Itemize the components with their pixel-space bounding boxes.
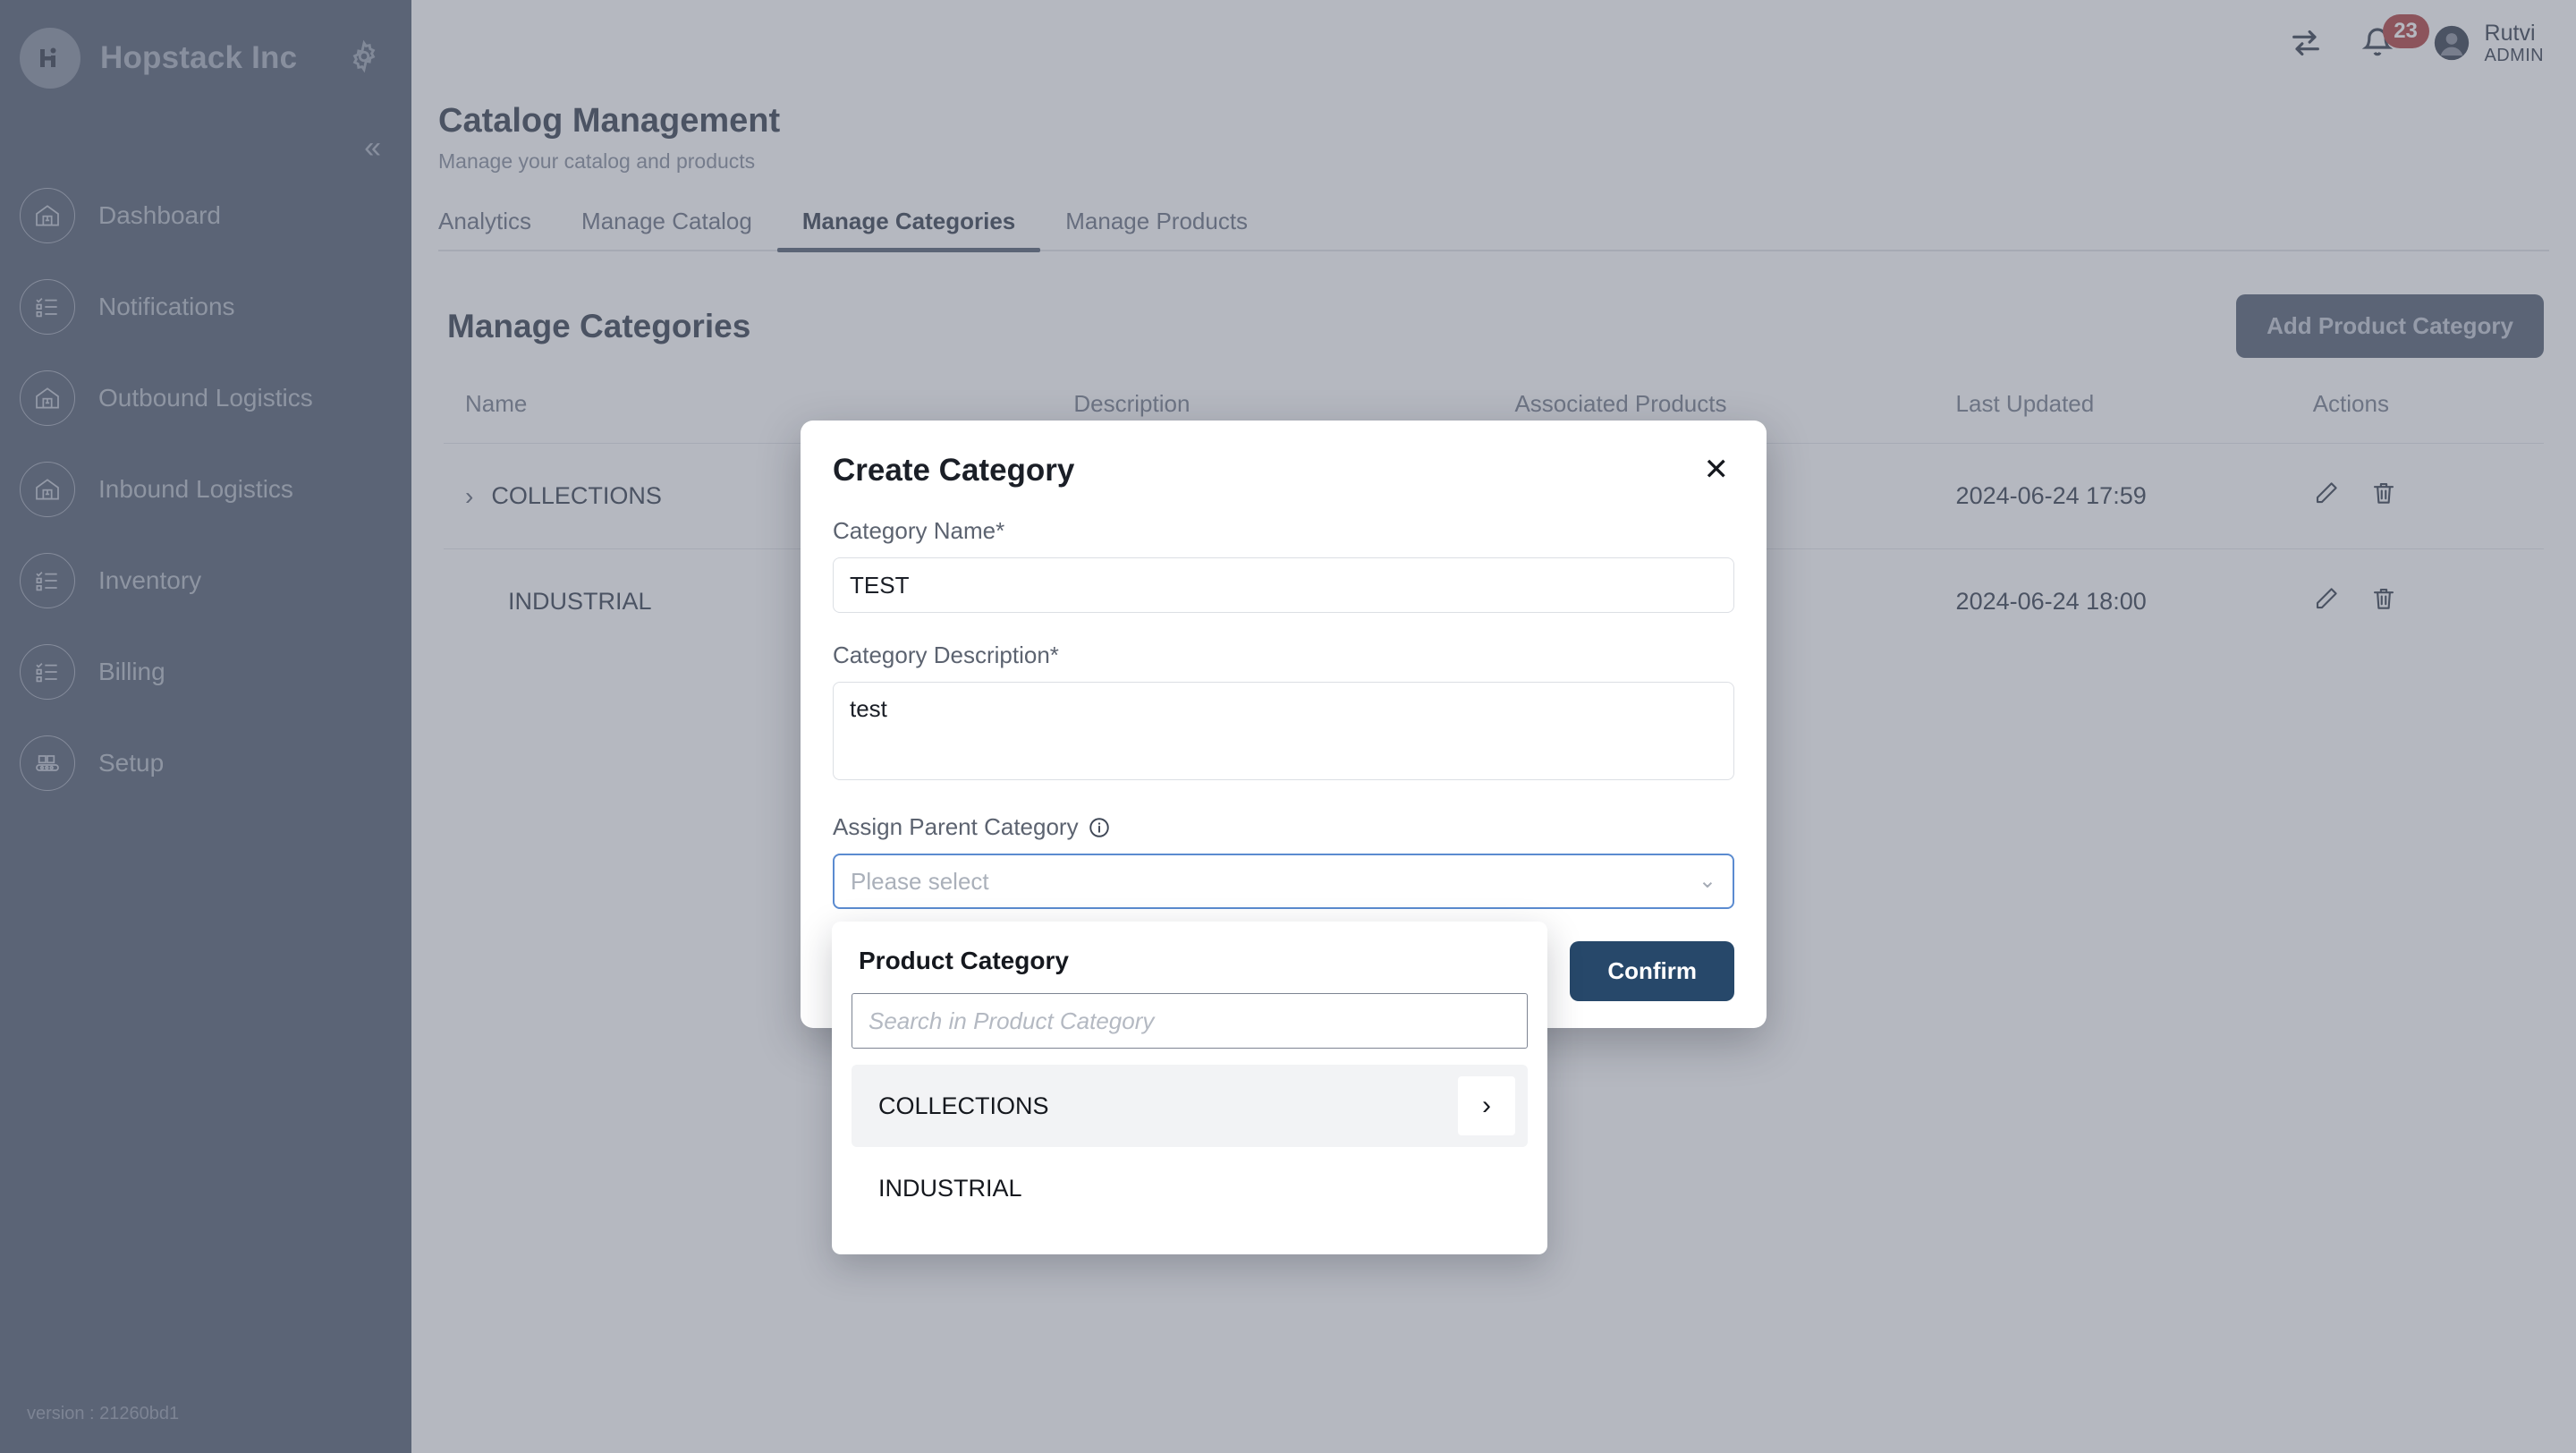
category-description-label: Category Description* [833,642,1059,668]
parent-category-placeholder: Please select [851,867,989,895]
assign-parent-category-text: Assign Parent Category [833,813,1079,840]
modal-header: Create Category ✕ [833,453,1734,489]
dropdown-list: COLLECTIONS › INDUSTRIAL [852,1065,1528,1229]
category-name-input[interactable] [833,557,1734,613]
chevron-right-icon[interactable]: › [1458,1076,1515,1135]
info-icon[interactable] [1088,816,1111,839]
assign-parent-category-label: Assign Parent Category [833,813,1734,841]
category-name-label: Category Name* [833,517,1005,544]
dropdown-item-collections[interactable]: COLLECTIONS › [852,1065,1528,1147]
parent-category-select[interactable]: Please select ⌄ [833,854,1734,909]
parent-category-dropdown: Product Category COLLECTIONS › INDUSTRIA… [832,922,1547,1254]
close-icon[interactable]: ✕ [1699,453,1735,487]
dropdown-item-label: INDUSTRIAL [878,1174,1022,1202]
modal-title: Create Category [833,453,1075,488]
dropdown-item-industrial[interactable]: INDUSTRIAL [852,1147,1528,1229]
dropdown-item-label: COLLECTIONS [878,1092,1049,1119]
app-root: Hopstack Inc « Dashboard Notifications O… [0,0,2576,1453]
chevron-down-icon: ⌄ [1698,869,1716,893]
confirm-button[interactable]: Confirm [1570,941,1734,1001]
dropdown-title: Product Category [859,947,1069,974]
dropdown-search-input[interactable] [852,993,1528,1049]
category-description-textarea[interactable] [833,682,1734,780]
